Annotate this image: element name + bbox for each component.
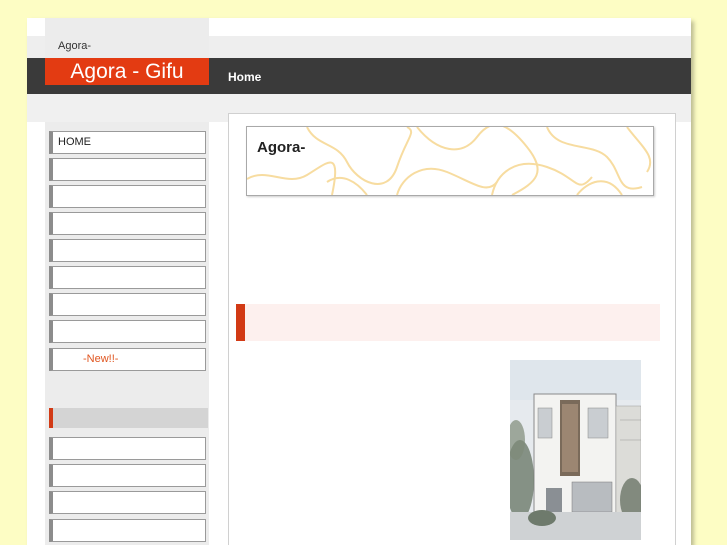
sidebar-item[interactable]: [49, 212, 206, 235]
main-content: Agora-: [228, 113, 676, 545]
sidebar-item[interactable]: [49, 185, 206, 208]
sidebar-item[interactable]: [49, 464, 206, 487]
sidebar-item-label: [53, 163, 58, 175]
sidebar-item[interactable]: [49, 491, 206, 514]
sidebar-item-label: [53, 524, 58, 536]
sidebar-section-header: [49, 408, 208, 428]
sidebar-item-label: HOME: [58, 136, 91, 148]
sidebar-item-label: [53, 469, 58, 481]
sidebar-item[interactable]: [49, 437, 206, 460]
sidebar-item[interactable]: [49, 266, 206, 289]
sidebar-item-label: [53, 244, 58, 256]
sidebar-item-new[interactable]: -New!!-: [49, 348, 206, 371]
sidebar-item-home[interactable]: HOME: [49, 131, 206, 154]
sidebar-item-label: [53, 442, 58, 454]
sidebar-item-label: -New!!-: [83, 353, 119, 365]
sidebar-item-label: [53, 190, 58, 202]
title-banner: Agora-: [246, 126, 654, 196]
site-subtitle: Agora-: [58, 40, 92, 52]
nav-home-link[interactable]: Home: [228, 70, 261, 84]
page-container: Agora- Agora - Gifu Home HOME -New!!- Ag…: [27, 18, 691, 545]
sidebar-item-label: [53, 217, 58, 229]
banner-pattern: [247, 127, 652, 195]
site-logo[interactable]: Agora - Gifu: [45, 58, 209, 85]
sidebar-item[interactable]: [49, 239, 206, 262]
logo-text: Agora - Gifu: [70, 60, 184, 83]
sidebar-item-label: [53, 298, 58, 310]
page-title: Agora-: [257, 139, 306, 156]
sidebar-item[interactable]: [49, 519, 206, 542]
sidebar-item[interactable]: [49, 293, 206, 316]
sidebar-item[interactable]: [49, 158, 206, 181]
sidebar-item-label: [53, 271, 58, 283]
sidebar-item-label: [53, 496, 58, 508]
house-photo: [510, 360, 641, 540]
sidebar-item[interactable]: [49, 320, 206, 343]
sidebar-item-label: [53, 325, 58, 337]
section-heading-band: [236, 304, 660, 341]
house-illustration: [510, 360, 641, 540]
